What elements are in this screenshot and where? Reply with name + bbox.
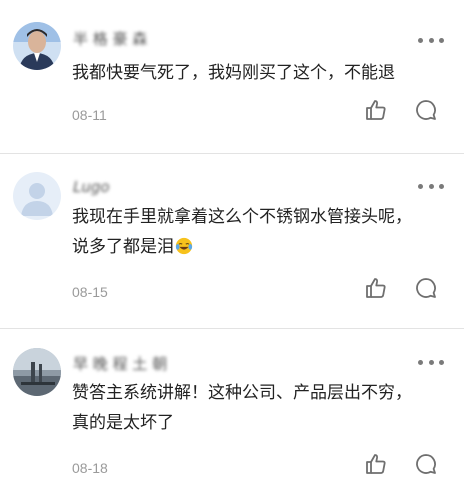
comment-text: 我现在手里就拿着这么个不锈钢水管接头呢， 说多了都是泪: [72, 202, 442, 262]
thumbs-up-icon: [366, 278, 386, 298]
like-button[interactable]: [364, 98, 388, 122]
comment-text: 我都快要气死了，我妈刚买了这个，不能退: [72, 58, 442, 88]
comment-text-line: 我都快要气死了，我妈刚买了这个，不能退: [72, 63, 395, 83]
comment-date: 08-18: [72, 460, 108, 476]
laughing-crying-emoji: [175, 237, 193, 255]
comment-item: 半 格 豪 森 我都快要气死了，我妈刚买了这个，不能退 08-11: [0, 0, 464, 153]
comment-date: 08-15: [72, 284, 108, 300]
comment-text-line: 真的是太坏了: [72, 413, 174, 433]
avatar[interactable]: [13, 172, 61, 220]
more-dots-icon[interactable]: [418, 35, 444, 45]
comment-item: Lugo 我现在手里就拿着这么个不锈钢水管接头呢， 说多了都是泪 08-15: [0, 154, 464, 328]
comment-bubble-icon: [416, 454, 436, 474]
comment-date: 08-11: [72, 107, 107, 123]
comment-text-line: 我现在手里就拿着这么个不锈钢水管接头呢，: [72, 207, 412, 227]
avatar[interactable]: [13, 22, 61, 70]
reply-button[interactable]: [414, 276, 438, 300]
comment-item: 早 晚 程 土 朝 赞答主系统讲解！这种公司、产品层出不穷， 真的是太坏了 08…: [0, 329, 464, 500]
more-dots-icon[interactable]: [418, 181, 444, 191]
comment-text-line-content: 说多了都是泪: [72, 237, 174, 257]
thumbs-up-icon: [366, 100, 386, 120]
landscape-avatar-icon: [13, 348, 61, 396]
like-button[interactable]: [364, 276, 388, 300]
like-button[interactable]: [364, 452, 388, 476]
comment-text: 赞答主系统讲解！这种公司、产品层出不穷， 真的是太坏了: [72, 378, 442, 438]
reply-button[interactable]: [414, 98, 438, 122]
username[interactable]: Lugo: [73, 178, 110, 196]
avatar[interactable]: [13, 348, 61, 396]
more-dots-icon[interactable]: [418, 357, 444, 367]
comment-text-line: 赞答主系统讲解！这种公司、产品层出不穷，: [72, 383, 412, 403]
reply-button[interactable]: [414, 452, 438, 476]
username[interactable]: 半 格 豪 森: [73, 30, 147, 48]
username[interactable]: 早 晚 程 土 朝: [73, 355, 167, 373]
comment-bubble-icon: [416, 278, 436, 298]
comment-bubble-icon: [416, 100, 436, 120]
thumbs-up-icon: [366, 454, 386, 474]
default-avatar-icon: [13, 172, 61, 220]
comment-text-line: 说多了都是泪: [72, 232, 442, 262]
person-avatar-icon: [13, 22, 61, 70]
